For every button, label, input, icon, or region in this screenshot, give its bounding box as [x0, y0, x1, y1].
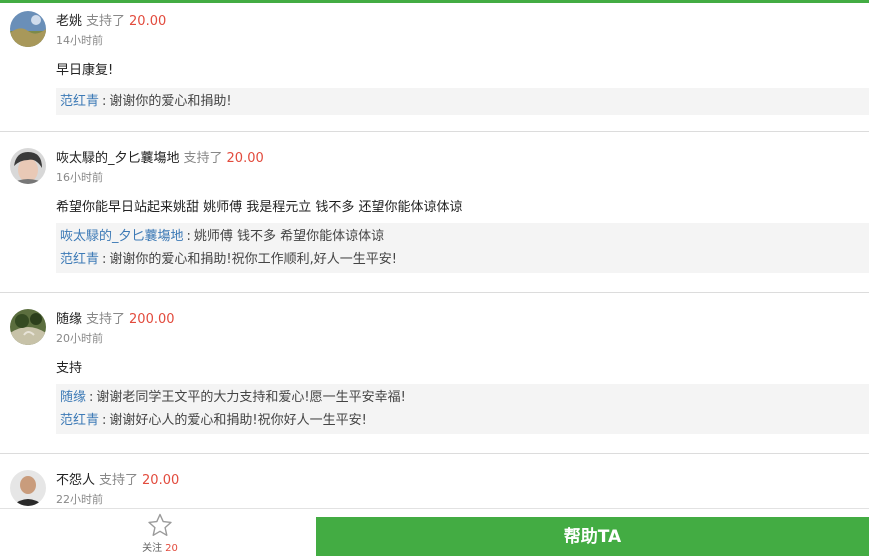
avatar-photo-icon	[10, 470, 46, 506]
reply-item: 随缘: 谢谢老同学王文平的大力支持和爱心!愿一生平安幸福!	[60, 390, 406, 405]
reply-author[interactable]: 咴太騄的_夕匕蘘塲地	[60, 229, 184, 244]
entry-time: 16小时前	[56, 171, 103, 184]
support-entry: 随缘 支持了 200.00 20小时前 支持 随缘: 谢谢老同学王文平的大力支持和爱心…	[0, 293, 869, 454]
avatar[interactable]	[10, 11, 46, 47]
entry-time: 22小时前	[56, 493, 103, 506]
entry-header: 随缘 支持了 200.00	[56, 308, 175, 327]
reply-list: 随缘: 谢谢老同学王文平的大力支持和爱心!愿一生平安幸福! 范红青: 谢谢好心人的爱…	[56, 384, 869, 434]
entry-time: 14小时前	[56, 34, 103, 47]
avatar[interactable]	[10, 148, 46, 184]
reply-item: 咴太騄的_夕匕蘘塲地: 姚师傅 钱不多 希望你能体谅体谅	[60, 229, 385, 244]
support-amount: 20.00	[226, 151, 264, 166]
reply-item: 范红青: 谢谢你的爱心和捐助!祝你工作顺利,好人一生平安!	[60, 252, 397, 267]
reply-item: 范红青: 谢谢你的爱心和捐助!	[60, 94, 232, 109]
reply-list: 范红青: 谢谢你的爱心和捐助!	[56, 88, 869, 115]
support-amount: 200.00	[129, 312, 175, 327]
supporter-name[interactable]: 老姚	[56, 14, 82, 29]
avatar-photo-icon	[10, 148, 46, 184]
support-label: 支持了	[86, 312, 126, 327]
support-label: 支持了	[99, 473, 139, 488]
entry-time: 20小时前	[56, 332, 103, 345]
avatar-photo-icon	[10, 309, 46, 345]
support-feed: 老姚 支持了 20.00 14小时前 早日康复! 范红青: 谢谢你的爱心和捐助! 咴太…	[0, 3, 869, 554]
reply-author[interactable]: 范红青	[60, 413, 99, 428]
avatar-photo-icon	[10, 11, 46, 47]
reply-item: 范红青: 谢谢好心人的爱心和捐助!祝你好人一生平安!	[60, 413, 367, 428]
reply-author[interactable]: 范红青	[60, 94, 99, 109]
entry-header: 老姚 支持了 20.00	[56, 10, 166, 29]
reply-author[interactable]: 随缘	[60, 390, 86, 405]
support-entry: 咴太騄的_夕匕蘘塲地 支持了 20.00 16小时前 希望你能早日站起来姚甜 姚师傅…	[0, 132, 869, 293]
follow-button[interactable]: 关注 20	[130, 509, 190, 554]
support-label: 支持了	[86, 14, 126, 29]
follow-label: 关注	[142, 543, 163, 554]
reply-text: 谢谢你的爱心和捐助!祝你工作顺利,好人一生平安!	[109, 252, 397, 267]
entry-message: 早日康复!	[56, 63, 114, 78]
reply-list: 咴太騄的_夕匕蘘塲地: 姚师傅 钱不多 希望你能体谅体谅 范红青: 谢谢你的爱心和捐…	[56, 223, 869, 273]
supporter-name[interactable]: 不怨人	[56, 473, 95, 488]
supporter-name[interactable]: 随缘	[56, 312, 82, 327]
support-label: 支持了	[183, 151, 223, 166]
reply-text: 谢谢老同学王文平的大力支持和爱心!愿一生平安幸福!	[96, 390, 406, 405]
avatar[interactable]	[10, 470, 46, 506]
entry-header: 不怨人 支持了 20.00	[56, 469, 179, 488]
reply-author[interactable]: 范红青	[60, 252, 99, 267]
support-entry: 老姚 支持了 20.00 14小时前 早日康复! 范红青: 谢谢你的爱心和捐助!	[0, 3, 869, 132]
bottom-action-bar: 关注 20 帮助TA	[0, 508, 869, 556]
support-amount: 20.00	[142, 473, 180, 488]
reply-text: 谢谢好心人的爱心和捐助!祝你好人一生平安!	[109, 413, 367, 428]
follow-count: 20	[165, 543, 178, 554]
reply-text: 谢谢你的爱心和捐助!	[109, 94, 232, 109]
entry-header: 咴太騄的_夕匕蘘塲地 支持了 20.00	[56, 147, 264, 166]
entry-message: 支持	[56, 361, 83, 376]
reply-text: 姚师傅 钱不多 希望你能体谅体谅	[193, 229, 385, 244]
avatar[interactable]	[10, 309, 46, 345]
support-amount: 20.00	[129, 14, 167, 29]
help-ta-button[interactable]: 帮助TA	[316, 517, 869, 556]
supporter-name[interactable]: 咴太騄的_夕匕蘘塲地	[56, 151, 180, 166]
star-outline-icon	[148, 513, 172, 536]
entry-message: 希望你能早日站起来姚甜 姚师傅 我是程元立 钱不多 还望你能体谅体谅	[56, 200, 463, 215]
